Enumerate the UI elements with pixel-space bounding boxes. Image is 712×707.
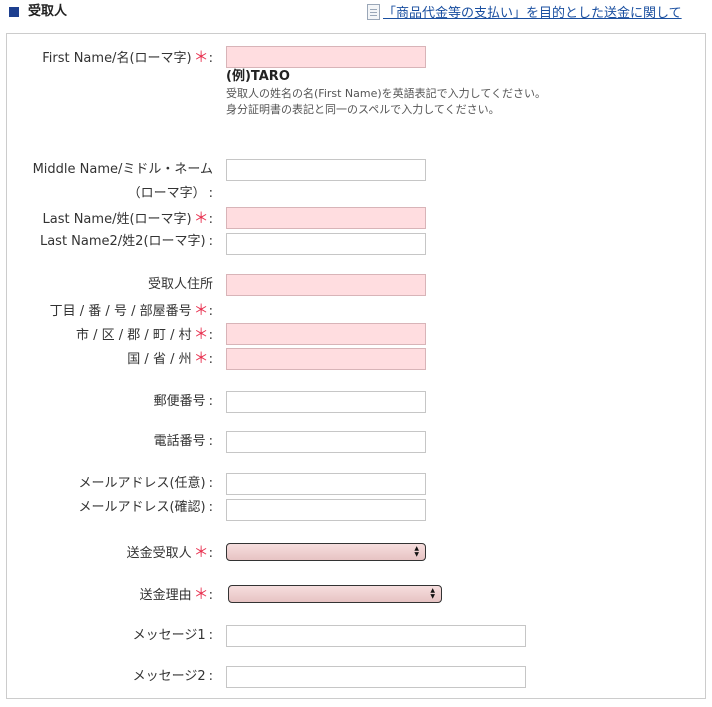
message1-input[interactable] [226,625,526,647]
payment-purpose-link[interactable]: 「商品代金等の支払い」を目的とした送金に関して [383,6,682,22]
message2-label: メッセージ2: [132,669,213,684]
recipient-label: 送金受取人 ＊: [126,543,213,561]
last-name-input[interactable] [226,207,426,229]
first-name-note: 受取人の姓名の名(First Name)を英語表記で入力してください。 [226,87,547,100]
state-label: 国 / 省 / 州＊: [127,349,213,367]
first-name-label: First Name/名(ローマ字) ＊: [42,48,213,66]
email-input[interactable] [226,473,426,495]
message2-input[interactable] [226,666,526,688]
required-mark: ＊ [193,349,209,367]
last-name2-label: Last Name2/姓2(ローマ字): [39,234,213,249]
email-label: メールアドレス(任意): [78,476,213,491]
required-mark: ＊ [193,301,209,319]
section-title: 受取人 [28,4,68,19]
first-name-note: 身分証明書の表記と同一のスペルで入力してください。 [226,103,500,116]
address-label: 受取人住所 [147,277,213,292]
section-marker [9,7,19,17]
phone-label: 電話番号: [153,434,213,449]
reason-select[interactable]: ▲ ▼ [228,585,442,603]
postal-code-input[interactable] [226,391,426,413]
middle-name-label-romaji: （ローマ字）: [127,186,213,201]
required-mark: ＊ [193,325,209,343]
last-name2-input[interactable] [226,233,426,255]
document-icon[interactable] [367,4,380,20]
address-input[interactable] [226,274,426,296]
recipient-select[interactable]: ▲ ▼ [226,543,426,561]
email-confirm-label: メールアドレス(確認): [78,500,213,515]
phone-input[interactable] [226,431,426,453]
state-input[interactable] [226,348,426,370]
required-mark: ＊ [193,543,209,561]
city-label: 市 / 区 / 郡 / 町 / 村＊: [76,325,213,343]
first-name-example: (例)TARO [226,69,290,84]
select-arrows-icon: ▲ ▼ [430,587,435,600]
first-name-input[interactable] [226,46,426,68]
middle-name-input[interactable] [226,159,426,181]
select-arrows-icon: ▲ ▼ [414,545,419,558]
address-detail-label: 丁目 / 番 / 号 / 部屋番号 ＊: [49,301,213,319]
last-name-label: Last Name/姓(ローマ字) ＊: [42,209,214,227]
middle-name-label: Middle Name/ミドル・ネーム [32,162,213,177]
required-mark: ＊ [193,48,209,66]
required-mark: ＊ [193,585,209,603]
city-input[interactable] [226,323,426,345]
postal-code-label: 郵便番号: [153,394,213,409]
required-mark: ＊ [193,209,209,227]
reason-label: 送金理由 ＊: [139,585,213,603]
message1-label: メッセージ1: [132,628,213,643]
email-confirm-input[interactable] [226,499,426,521]
